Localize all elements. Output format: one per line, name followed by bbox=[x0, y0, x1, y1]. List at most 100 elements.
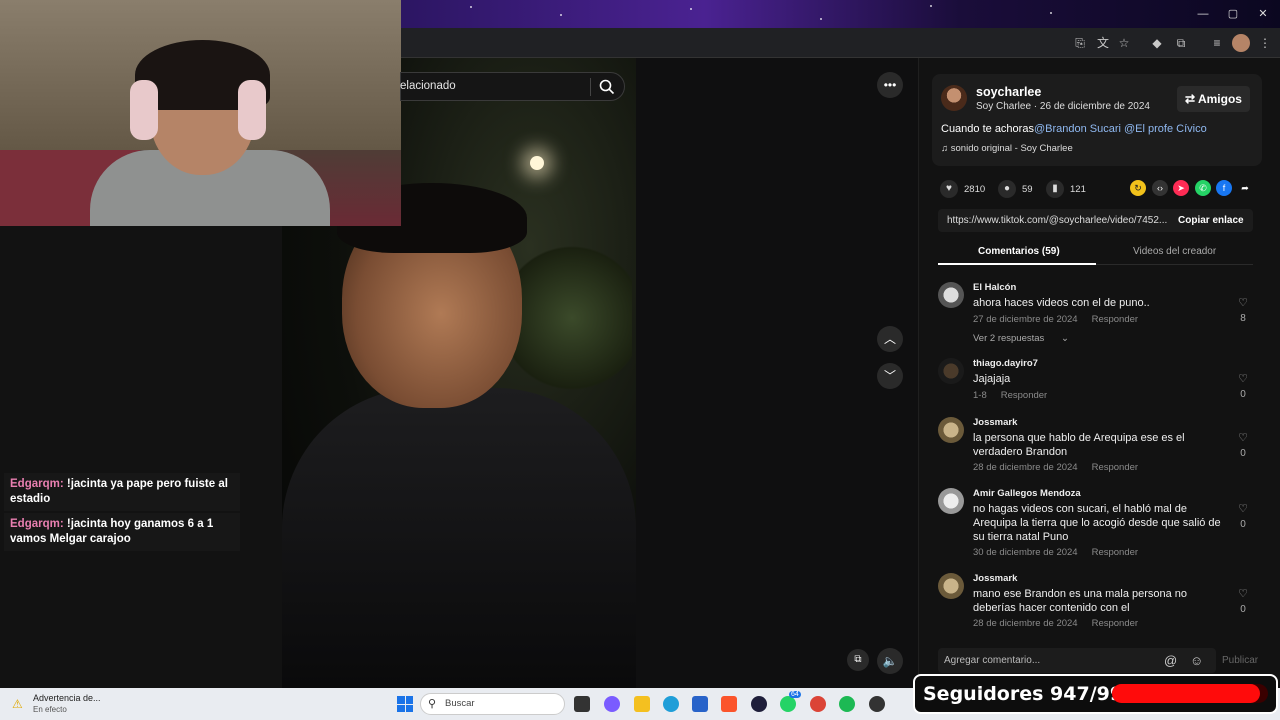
windows-icon[interactable] bbox=[397, 696, 413, 712]
video-streetlight bbox=[530, 156, 544, 170]
reading-list-icon[interactable]: ≡ bbox=[1208, 34, 1226, 52]
comment-like-count: 0 bbox=[1240, 389, 1246, 400]
comment-avatar[interactable] bbox=[938, 488, 964, 514]
copy-link-button[interactable]: Copiar enlace bbox=[1178, 215, 1244, 226]
volume-icon[interactable]: 🔈 bbox=[877, 648, 903, 674]
comment-username[interactable]: Jossmark bbox=[973, 573, 1017, 584]
comment-like-icon[interactable]: ♡ bbox=[1236, 372, 1250, 385]
comment-item: El Halcón ahora haces videos con el de p… bbox=[938, 282, 1258, 352]
comment-like-icon[interactable]: ♡ bbox=[1236, 296, 1250, 309]
comment-date: 30 de diciembre de 2024 bbox=[973, 547, 1078, 558]
friends-button[interactable]: ⇄ Amigos bbox=[1177, 86, 1250, 112]
comment-meta: 30 de diciembre de 2024 Responder bbox=[973, 547, 1138, 558]
search-icon[interactable] bbox=[598, 78, 616, 96]
post-sound[interactable]: ♫ sonido original - Soy Charlee bbox=[941, 143, 1073, 154]
comment-avatar[interactable] bbox=[938, 573, 964, 599]
tab-creator-videos[interactable]: Videos del creador bbox=[1133, 246, 1216, 257]
comment-like-icon[interactable]: ♡ bbox=[1236, 587, 1250, 600]
comment-text: mano ese Brandon es una mala persona no … bbox=[973, 588, 1188, 614]
comment-username[interactable]: Amir Gallegos Mendoza bbox=[973, 488, 1081, 499]
task-view-icon[interactable] bbox=[574, 696, 590, 712]
headset-right bbox=[238, 80, 266, 140]
facebook-share-icon[interactable]: f bbox=[1216, 180, 1232, 196]
comment-username[interactable]: Jossmark bbox=[973, 417, 1017, 428]
edge-icon[interactable] bbox=[663, 696, 679, 712]
warning-icon[interactable]: ⚠ bbox=[12, 697, 23, 711]
comment-item: thiago.dayiro7 Jajajaja 1-8 Responder ♡ 0 bbox=[938, 358, 1258, 408]
spotify-icon[interactable] bbox=[839, 696, 855, 712]
caption-mentions[interactable]: @Brandon Sucari @El profe Cívico bbox=[1034, 123, 1207, 135]
taskbar-search[interactable] bbox=[420, 693, 565, 715]
bookmark-star-icon[interactable]: ☆ bbox=[1115, 34, 1133, 52]
comment-username[interactable]: El Halcón bbox=[973, 282, 1016, 293]
arrow-down-icon[interactable]: ﹀ bbox=[877, 363, 903, 389]
comment-avatar[interactable] bbox=[938, 358, 964, 384]
chat-username: Edgarqm: bbox=[10, 478, 64, 490]
comment-item: Jossmark la persona que hablo de Arequip… bbox=[938, 417, 1258, 477]
comment-like-icon[interactable]: ♡ bbox=[1236, 431, 1250, 444]
emoji-icon[interactable]: ☺ bbox=[1190, 653, 1203, 668]
cast-icon[interactable]: ⎘ bbox=[1071, 34, 1089, 52]
chat-username: Edgarqm: bbox=[10, 518, 64, 530]
whatsapp-icon[interactable] bbox=[780, 696, 796, 712]
reply-button[interactable]: Responder bbox=[1001, 390, 1047, 401]
store-icon[interactable] bbox=[692, 696, 708, 712]
comment-username[interactable]: thiago.dayiro7 bbox=[973, 358, 1038, 369]
reply-button[interactable]: Responder bbox=[1092, 618, 1138, 629]
reply-button[interactable]: Responder bbox=[1092, 462, 1138, 473]
comment-avatar[interactable] bbox=[938, 417, 964, 443]
tab-comments[interactable]: Comentarios (59) bbox=[978, 246, 1060, 257]
chat-message: Edgarqm: !jacinta ya pape pero fuiste al… bbox=[4, 473, 240, 511]
repost-icon[interactable]: ↻ bbox=[1130, 180, 1146, 196]
reply-button[interactable]: Responder bbox=[1092, 314, 1138, 325]
minimize-button[interactable]: — bbox=[1188, 6, 1218, 22]
chrome-icon[interactable] bbox=[810, 696, 826, 712]
comment-date: 28 de diciembre de 2024 bbox=[973, 618, 1078, 629]
warning-title[interactable]: Advertencia de... bbox=[33, 693, 101, 703]
creator-avatar[interactable] bbox=[941, 85, 967, 111]
comments-count: 59 bbox=[1022, 183, 1033, 195]
publish-button[interactable]: Publicar bbox=[1222, 655, 1258, 666]
add-comment-placeholder: Agregar comentario... bbox=[944, 655, 1041, 666]
pip-icon[interactable]: ⧉ bbox=[847, 649, 869, 671]
copilot-icon[interactable] bbox=[604, 696, 620, 712]
profile-avatar[interactable] bbox=[1232, 34, 1250, 52]
whatsapp-badge: 64 bbox=[789, 691, 801, 698]
arrow-up-icon[interactable]: ︿ bbox=[877, 326, 903, 352]
creator-username[interactable]: soycharlee bbox=[976, 85, 1041, 99]
brave-icon[interactable] bbox=[721, 696, 737, 712]
share-more-icon[interactable]: ➦ bbox=[1237, 180, 1253, 196]
comment-meta: 28 de diciembre de 2024 Responder bbox=[973, 618, 1138, 629]
music-icon: ♫ bbox=[941, 143, 951, 154]
send-icon[interactable]: ➤ bbox=[1173, 180, 1189, 196]
comment-like-count: 8 bbox=[1240, 313, 1246, 324]
browser-menu-icon[interactable]: ⋮ bbox=[1256, 34, 1274, 52]
embed-icon[interactable]: ‹› bbox=[1152, 180, 1168, 196]
maximize-button[interactable]: ▢ bbox=[1218, 6, 1248, 22]
extension-icon[interactable]: ◆ bbox=[1148, 34, 1166, 52]
comment-avatar[interactable] bbox=[938, 282, 964, 308]
more-icon[interactable]: ••• bbox=[877, 72, 903, 98]
whatsapp-share-icon[interactable]: ✆ bbox=[1195, 180, 1211, 196]
comment-text: Jajajaja bbox=[973, 373, 1011, 385]
mention-icon[interactable]: @ bbox=[1164, 653, 1177, 668]
likes-stat[interactable]: ♥ 2810 bbox=[940, 180, 985, 198]
obs-icon[interactable] bbox=[751, 696, 767, 712]
saves-count: 121 bbox=[1070, 183, 1086, 195]
view-replies-button[interactable]: Ver 2 respuestas ⌄ bbox=[973, 333, 1069, 344]
saves-stat[interactable]: ▮ 121 bbox=[1046, 180, 1086, 198]
heart-icon: ♥ bbox=[940, 180, 958, 198]
puzzle-icon[interactable]: ⧉ bbox=[1172, 34, 1190, 52]
comment-text: la persona que hablo de Arequipa ese es … bbox=[973, 432, 1185, 458]
file-explorer-icon[interactable] bbox=[634, 696, 650, 712]
comment-meta: 27 de diciembre de 2024 Responder bbox=[973, 314, 1138, 325]
post-link[interactable]: https://www.tiktok.com/@soycharlee/video… bbox=[947, 215, 1167, 226]
close-window-button[interactable]: ✕ bbox=[1248, 6, 1278, 22]
comment-like-icon[interactable]: ♡ bbox=[1236, 502, 1250, 515]
translate-icon[interactable]: 文 bbox=[1094, 34, 1112, 52]
comment-meta: 28 de diciembre de 2024 Responder bbox=[973, 462, 1138, 473]
app-icon[interactable] bbox=[869, 696, 885, 712]
reply-button[interactable]: Responder bbox=[1092, 547, 1138, 558]
headset-left bbox=[130, 80, 158, 140]
comments-stat[interactable]: ● 59 bbox=[998, 180, 1033, 198]
